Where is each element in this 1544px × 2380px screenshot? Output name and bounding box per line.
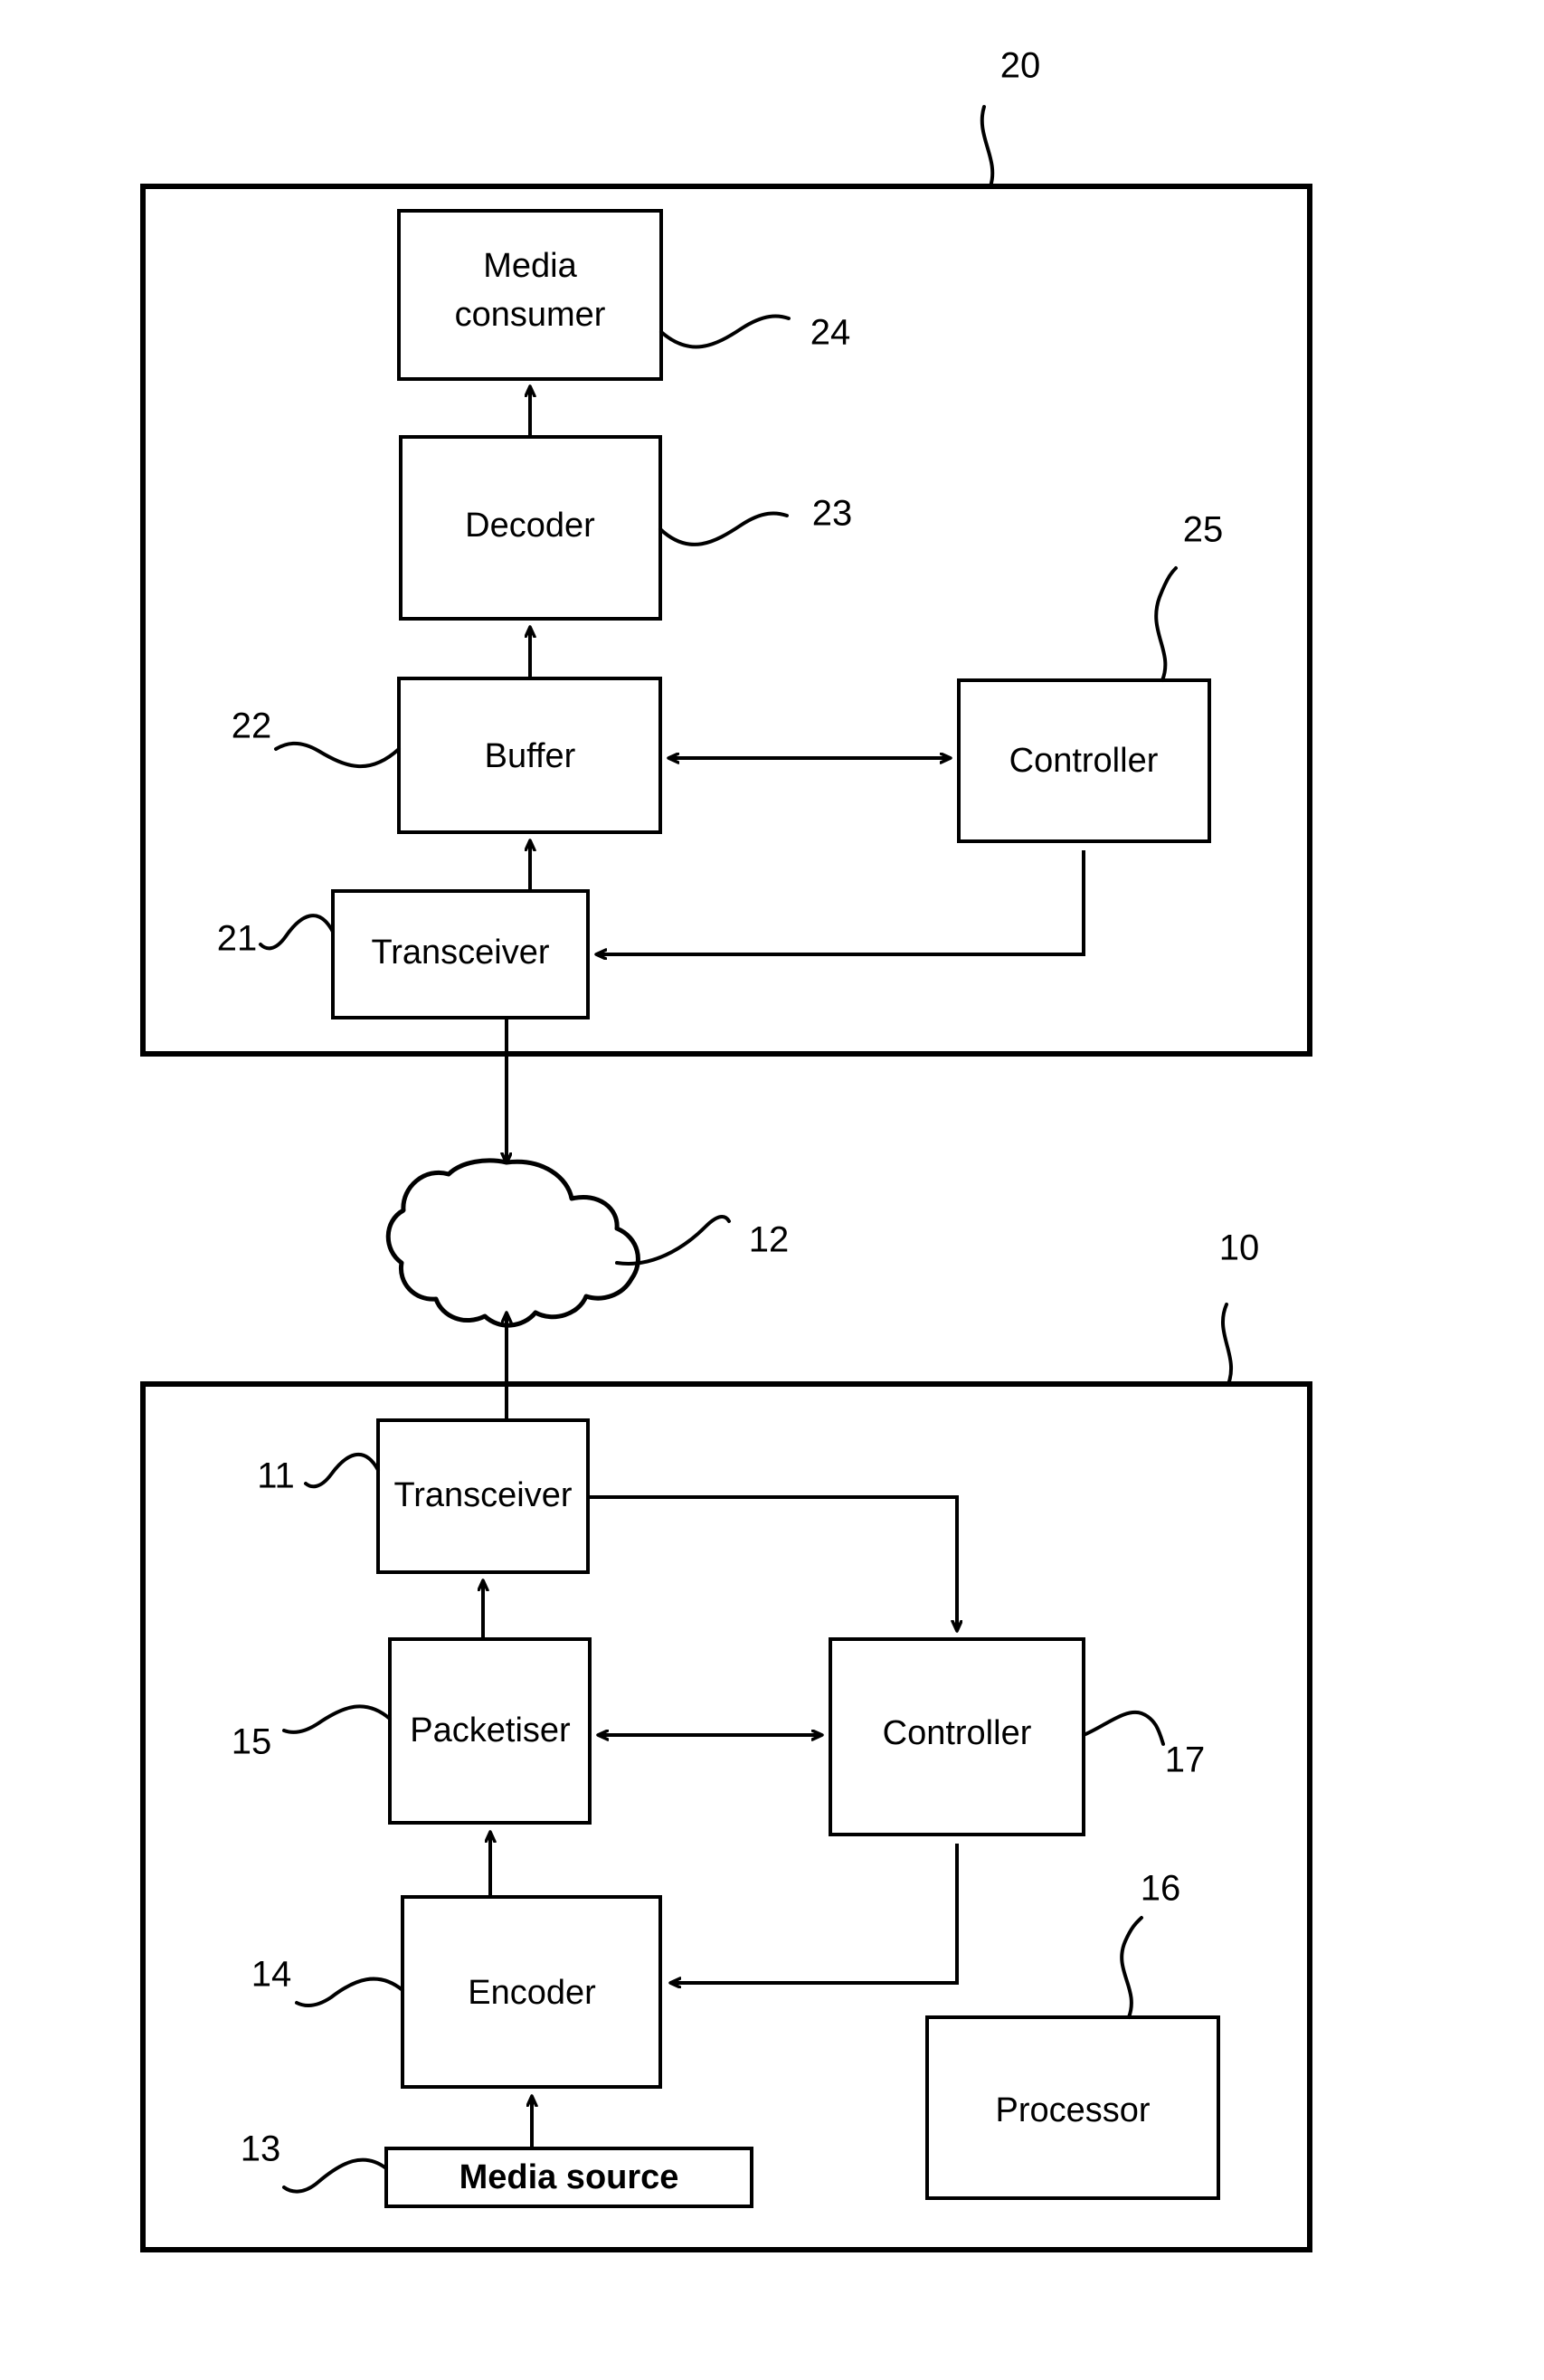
block-media-source-label: Media source xyxy=(459,2158,679,2196)
reference-numeral-16: 16 xyxy=(1141,1869,1181,1909)
leader-line-23 xyxy=(658,511,789,546)
leader-line-11 xyxy=(304,1452,380,1489)
diagram-canvas: 20 Media consumer 24 Decoder 23 Buffer 2… xyxy=(140,46,1312,2252)
leader-line-14 xyxy=(295,1977,404,2008)
reference-numeral-25: 25 xyxy=(1183,510,1224,550)
leader-line-10 xyxy=(1221,1303,1234,1386)
leader-line-15 xyxy=(282,1704,392,1734)
leader-line-20 xyxy=(980,105,995,188)
reference-numeral-13: 13 xyxy=(241,2129,281,2169)
leader-line-22 xyxy=(274,741,401,769)
leader-line-24 xyxy=(659,314,791,349)
arrow-sender-transceiver-to-controller xyxy=(588,1495,957,1630)
reference-numeral-11: 11 xyxy=(257,1456,295,1496)
reference-numeral-24: 24 xyxy=(810,313,851,353)
reference-numeral-14: 14 xyxy=(251,1955,292,1995)
reference-numeral-15: 15 xyxy=(232,1722,272,1762)
leader-line-21 xyxy=(259,914,335,951)
leader-line-16 xyxy=(1120,1916,1143,2019)
patent-figure: 20 Media consumer 24 Decoder 23 Buffer 2… xyxy=(0,0,1544,2380)
reference-numeral-22: 22 xyxy=(232,706,272,746)
block-decoder-label: Decoder xyxy=(465,507,595,545)
block-receiver-transceiver-label: Transceiver xyxy=(371,934,549,972)
leader-line-13 xyxy=(282,2157,388,2194)
reference-numeral-10: 10 xyxy=(1219,1228,1260,1268)
block-media-consumer-label-line1: Media xyxy=(483,247,577,285)
arrow-sender-controller-to-encoder xyxy=(671,1844,959,1983)
receiver-device-boundary xyxy=(140,184,1312,1057)
block-processor-label: Processor xyxy=(995,2091,1150,2129)
arrow-receiver-controller-to-transceiver xyxy=(597,850,1085,954)
reference-numeral-21: 21 xyxy=(217,919,258,959)
reference-numeral-17: 17 xyxy=(1165,1740,1206,1780)
leader-line-25 xyxy=(1154,566,1178,682)
reference-numeral-23: 23 xyxy=(812,494,853,534)
block-media-consumer-label-line2: consumer xyxy=(455,296,606,334)
reference-numeral-12: 12 xyxy=(749,1220,790,1260)
block-buffer-label: Buffer xyxy=(485,737,576,775)
leader-line-17 xyxy=(1082,1710,1165,1746)
reference-numeral-20: 20 xyxy=(1000,46,1041,86)
block-encoder-label: Encoder xyxy=(468,1974,596,2012)
block-sender-controller-label: Controller xyxy=(883,1714,1032,1752)
block-media-consumer[interactable] xyxy=(397,209,663,381)
network-cloud xyxy=(385,1158,640,1328)
block-receiver-controller-label: Controller xyxy=(1009,742,1159,780)
block-packetiser-label: Packetiser xyxy=(410,1712,571,1749)
block-sender-transceiver-label: Transceiver xyxy=(393,1476,572,1514)
